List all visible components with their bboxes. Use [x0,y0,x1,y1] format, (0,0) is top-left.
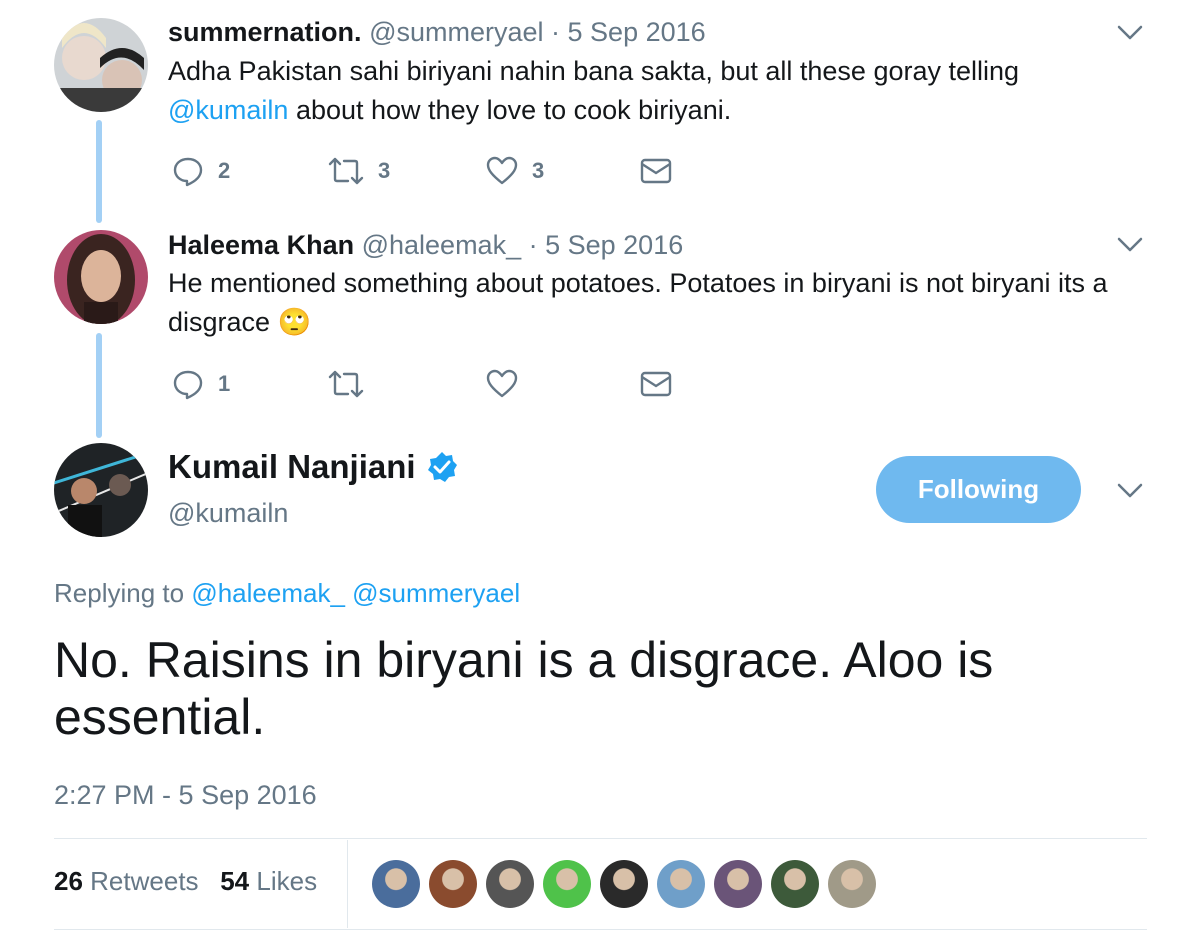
liker-avatar[interactable] [714,860,762,908]
chevron-down-icon[interactable] [1117,236,1143,254]
divider [347,840,348,928]
like-count: 3 [532,158,545,183]
message-button[interactable] [640,370,672,398]
retweet-label: Retweets [90,866,199,896]
message-button[interactable] [640,157,672,185]
eye-roll-emoji: 🙄 [277,307,312,337]
liker-avatars [372,860,876,908]
reply-count: 1 [218,371,231,396]
user-handle[interactable]: @summeryael [369,17,543,47]
display-name-text[interactable]: Kumail Nanjiani [168,448,416,486]
heart-icon [486,156,518,185]
tweet-text: Adha Pakistan sahi biriyani nahin bana s… [168,52,1148,130]
retweet-count: 3 [378,158,391,183]
liker-avatar[interactable] [828,860,876,908]
mention-link[interactable]: @haleemak_ [191,578,345,608]
liker-avatar[interactable] [543,860,591,908]
like-total: 54 [220,866,250,896]
user-handle[interactable]: @kumailn [168,498,288,529]
replying-prefix: Replying to [54,578,185,608]
envelope-icon [640,371,672,397]
reply-button[interactable]: 1 [172,368,230,400]
tweet-date[interactable]: · 5 Sep 2016 [551,17,706,47]
reply-button[interactable]: 2 [172,155,230,187]
reply-count: 2 [218,158,231,183]
like-button[interactable] [486,368,518,400]
chevron-down-icon[interactable] [1117,482,1143,500]
tweet-header: summernation. @summeryael · 5 Sep 2016 [168,17,706,48]
liker-avatar[interactable] [372,860,420,908]
display-name[interactable]: Haleema Khan [168,230,354,260]
retweet-total: 26 [54,866,83,896]
tweet-text-part: disgrace [168,307,271,337]
thread-line-1 [96,120,102,223]
envelope-icon [640,158,672,184]
likes-stat[interactable]: 54 Likes [220,866,317,896]
liker-avatar[interactable] [600,860,648,908]
liker-avatar[interactable] [771,860,819,908]
tweet-header: Haleema Khan @haleemak_ · 5 Sep 2016 [168,230,683,261]
avatar[interactable] [54,18,148,112]
retweets-stat[interactable]: 26 Retweets [54,866,199,896]
mention-link[interactable]: @kumailn [168,95,288,125]
divider [54,838,1147,839]
like-label: Likes [256,866,318,896]
display-name: Kumail Nanjiani [168,448,458,486]
liker-avatar[interactable] [486,860,534,908]
replying-to: Replying to @haleemak_ @summeryael [54,578,520,609]
verified-badge-icon [427,452,457,482]
divider [54,929,1147,930]
user-handle[interactable]: @haleemak_ [362,230,522,260]
chevron-down-icon[interactable] [1117,24,1143,42]
tweet-text: He mentioned something about potatoes. P… [168,264,1158,342]
tweet-date[interactable]: · 5 Sep 2016 [529,230,684,260]
retweet-button[interactable]: 3 [328,155,390,187]
reply-icon [173,370,203,400]
retweet-icon [328,157,364,185]
mention-link[interactable]: @summeryael [352,578,520,608]
tweet-stats: 26 Retweets 54 Likes [54,866,317,897]
thread-line-2 [96,333,102,438]
tweet-timestamp[interactable]: 2:27 PM - 5 Sep 2016 [54,780,317,811]
retweet-icon [328,370,364,398]
following-button[interactable]: Following [876,456,1081,523]
retweet-button[interactable] [328,368,364,400]
tweet-text-part: about how they love to cook biriyani. [288,95,732,125]
reply-icon [173,157,203,187]
tweet-text-part: Adha Pakistan sahi biriyani nahin bana s… [168,56,1020,86]
tweet-text-part: He mentioned something about potatoes. P… [168,268,1108,298]
avatar[interactable] [54,443,148,537]
liker-avatar[interactable] [429,860,477,908]
avatar[interactable] [54,230,148,324]
display-name[interactable]: summernation. [168,17,362,47]
liker-avatar[interactable] [657,860,705,908]
main-tweet-text: No. Raisins in biryani is a disgrace. Al… [54,632,994,745]
heart-icon [486,369,518,398]
like-button[interactable]: 3 [486,155,544,187]
